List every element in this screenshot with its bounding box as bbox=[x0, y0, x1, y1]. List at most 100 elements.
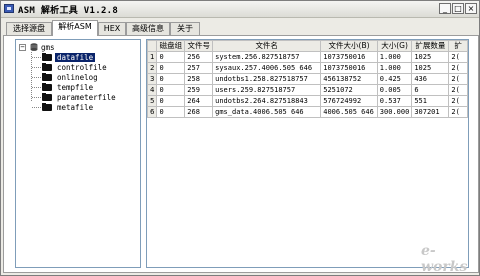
table-cell: 1.000 bbox=[376, 51, 413, 63]
row-number: 4 bbox=[147, 84, 158, 96]
tree-node-parameterfile[interactable]: parameterfile bbox=[19, 93, 139, 102]
folder-icon bbox=[42, 73, 52, 81]
table-cell: 5251072 bbox=[320, 84, 378, 96]
table-cell: 1073750016 bbox=[320, 51, 378, 63]
table-header-row: 磁盘组 文件号 文件名 文件大小(B) 大小(G) 扩展数量 扩 bbox=[147, 40, 468, 52]
tree-label: onlinelog bbox=[57, 73, 98, 82]
tree-label: metafile bbox=[57, 103, 94, 112]
database-icon bbox=[30, 43, 38, 51]
row-number: 3 bbox=[147, 73, 158, 85]
column-header[interactable]: 扩 bbox=[448, 40, 468, 52]
tree-node-metafile[interactable]: metafile bbox=[19, 103, 139, 112]
tab-about[interactable]: 关于 bbox=[170, 22, 200, 35]
table-cell: 256 bbox=[184, 51, 214, 63]
app-icon bbox=[4, 4, 14, 13]
table-cell: 1025 bbox=[411, 51, 450, 63]
tree-label: datafile bbox=[55, 53, 96, 62]
table-cell: 2( bbox=[448, 84, 468, 96]
table-cell: 0 bbox=[156, 73, 186, 85]
table-cell: 0 bbox=[156, 95, 186, 107]
tab-parse-asm[interactable]: 解析ASM bbox=[52, 20, 98, 36]
table-cell: 300.000 bbox=[376, 106, 413, 118]
table-cell: system.256.827518757 bbox=[212, 51, 322, 63]
table-cell: 2( bbox=[448, 106, 468, 118]
table-cell: 436 bbox=[411, 73, 450, 85]
table-cell: 1.000 bbox=[376, 62, 413, 74]
folder-icon bbox=[42, 83, 52, 91]
folder-icon bbox=[42, 63, 52, 71]
table-row[interactable]: 1 0 256 system.256.827518757 1073750016 … bbox=[147, 51, 468, 63]
table-cell: undotbs1.258.827518757 bbox=[212, 73, 322, 85]
table-cell: 576724992 bbox=[320, 95, 378, 107]
table-cell: 1025 bbox=[411, 62, 450, 74]
row-number: 2 bbox=[147, 62, 158, 74]
folder-icon bbox=[42, 93, 52, 101]
table-cell: 0 bbox=[156, 51, 186, 63]
maximize-button[interactable]: □ bbox=[452, 3, 464, 14]
table-cell: 257 bbox=[184, 62, 214, 74]
folder-icon bbox=[42, 103, 52, 111]
column-header[interactable]: 文件号 bbox=[184, 40, 214, 52]
table-cell: 259 bbox=[184, 84, 214, 96]
column-header[interactable]: 文件名 bbox=[212, 40, 322, 52]
table-cell: sysaux.257.4006.505 646 bbox=[212, 62, 322, 74]
table-cell: 0.005 bbox=[376, 84, 413, 96]
title-bar: ASM 解析工具 V1.2.8 _ □ × bbox=[1, 1, 479, 18]
tab-select-source[interactable]: 选择源盘 bbox=[6, 22, 52, 35]
tree-label: controlfile bbox=[57, 63, 107, 72]
table-cell: 2( bbox=[448, 62, 468, 74]
table-row[interactable]: 4 0 259 users.259.827518757 5251072 0.00… bbox=[147, 84, 468, 96]
table-cell: 6 bbox=[411, 84, 450, 96]
table-cell: 551 bbox=[411, 95, 450, 107]
table-cell: 0 bbox=[156, 106, 186, 118]
tree-label: tempfile bbox=[57, 83, 94, 92]
table-row[interactable]: 2 0 257 sysaux.257.4006.505 646 10737500… bbox=[147, 62, 468, 74]
folder-icon bbox=[42, 53, 52, 61]
table-row[interactable]: 3 0 258 undotbs1.258.827518757 456138752… bbox=[147, 73, 468, 85]
tree-label: parameterfile bbox=[57, 93, 116, 102]
minimize-button[interactable]: _ bbox=[439, 3, 451, 14]
table-row[interactable]: 5 0 264 undotbs2.264.827518843 576724992… bbox=[147, 95, 468, 107]
column-header[interactable]: 大小(G) bbox=[376, 40, 413, 52]
file-tree[interactable]: − gms datafile controlfile onlinelog tem… bbox=[15, 39, 141, 268]
table-cell: 258 bbox=[184, 73, 214, 85]
collapse-icon[interactable]: − bbox=[19, 44, 26, 51]
table-cell: gms_data.4006.505 646 bbox=[212, 106, 322, 118]
table-cell: 1073750016 bbox=[320, 62, 378, 74]
table-cell: 0.537 bbox=[376, 95, 413, 107]
tab-advanced-info[interactable]: 高级信息 bbox=[126, 22, 170, 35]
file-table[interactable]: 磁盘组 文件号 文件名 文件大小(B) 大小(G) 扩展数量 扩 1 0 256… bbox=[146, 39, 469, 268]
tree-node-onlinelog[interactable]: onlinelog bbox=[19, 73, 139, 82]
table-cell: undotbs2.264.827518843 bbox=[212, 95, 322, 107]
table-cell: 307201 bbox=[411, 106, 450, 118]
corner-header bbox=[147, 40, 158, 52]
row-number: 1 bbox=[147, 51, 158, 63]
table-cell: 456138752 bbox=[320, 73, 378, 85]
table-row[interactable]: 6 0 268 gms_data.4006.505 646 4006.505 6… bbox=[147, 106, 468, 118]
tree-node-tempfile[interactable]: tempfile bbox=[19, 83, 139, 92]
tab-hex[interactable]: HEX bbox=[98, 22, 126, 35]
tree-root-label: gms bbox=[41, 43, 55, 52]
window-title: ASM 解析工具 V1.2.8 bbox=[18, 6, 119, 16]
tree-node-controlfile[interactable]: controlfile bbox=[19, 63, 139, 72]
table-cell: 4006.505 646 bbox=[320, 106, 378, 118]
watermark: e-works bbox=[421, 243, 468, 275]
table-cell: 2( bbox=[448, 51, 468, 63]
table-cell: users.259.827518757 bbox=[212, 84, 322, 96]
table-cell: 264 bbox=[184, 95, 214, 107]
column-header[interactable]: 磁盘组 bbox=[156, 40, 186, 52]
table-cell: 2( bbox=[448, 95, 468, 107]
column-header[interactable]: 文件大小(B) bbox=[320, 40, 378, 52]
table-cell: 268 bbox=[184, 106, 214, 118]
tree-node-root[interactable]: − gms bbox=[19, 43, 139, 52]
column-header[interactable]: 扩展数量 bbox=[411, 40, 450, 52]
row-number: 5 bbox=[147, 95, 158, 107]
table-cell: 0.425 bbox=[376, 73, 413, 85]
table-cell: 0 bbox=[156, 62, 186, 74]
row-number: 6 bbox=[147, 106, 158, 118]
tab-bar: 选择源盘 解析ASM HEX 高级信息 关于 bbox=[3, 20, 479, 36]
tree-node-datafile[interactable]: datafile bbox=[19, 53, 139, 62]
table-cell: 2( bbox=[448, 73, 468, 85]
close-button[interactable]: × bbox=[465, 3, 477, 14]
app-window: ASM 解析工具 V1.2.8 _ □ × 选择源盘 解析ASM HEX 高级信… bbox=[0, 0, 480, 276]
